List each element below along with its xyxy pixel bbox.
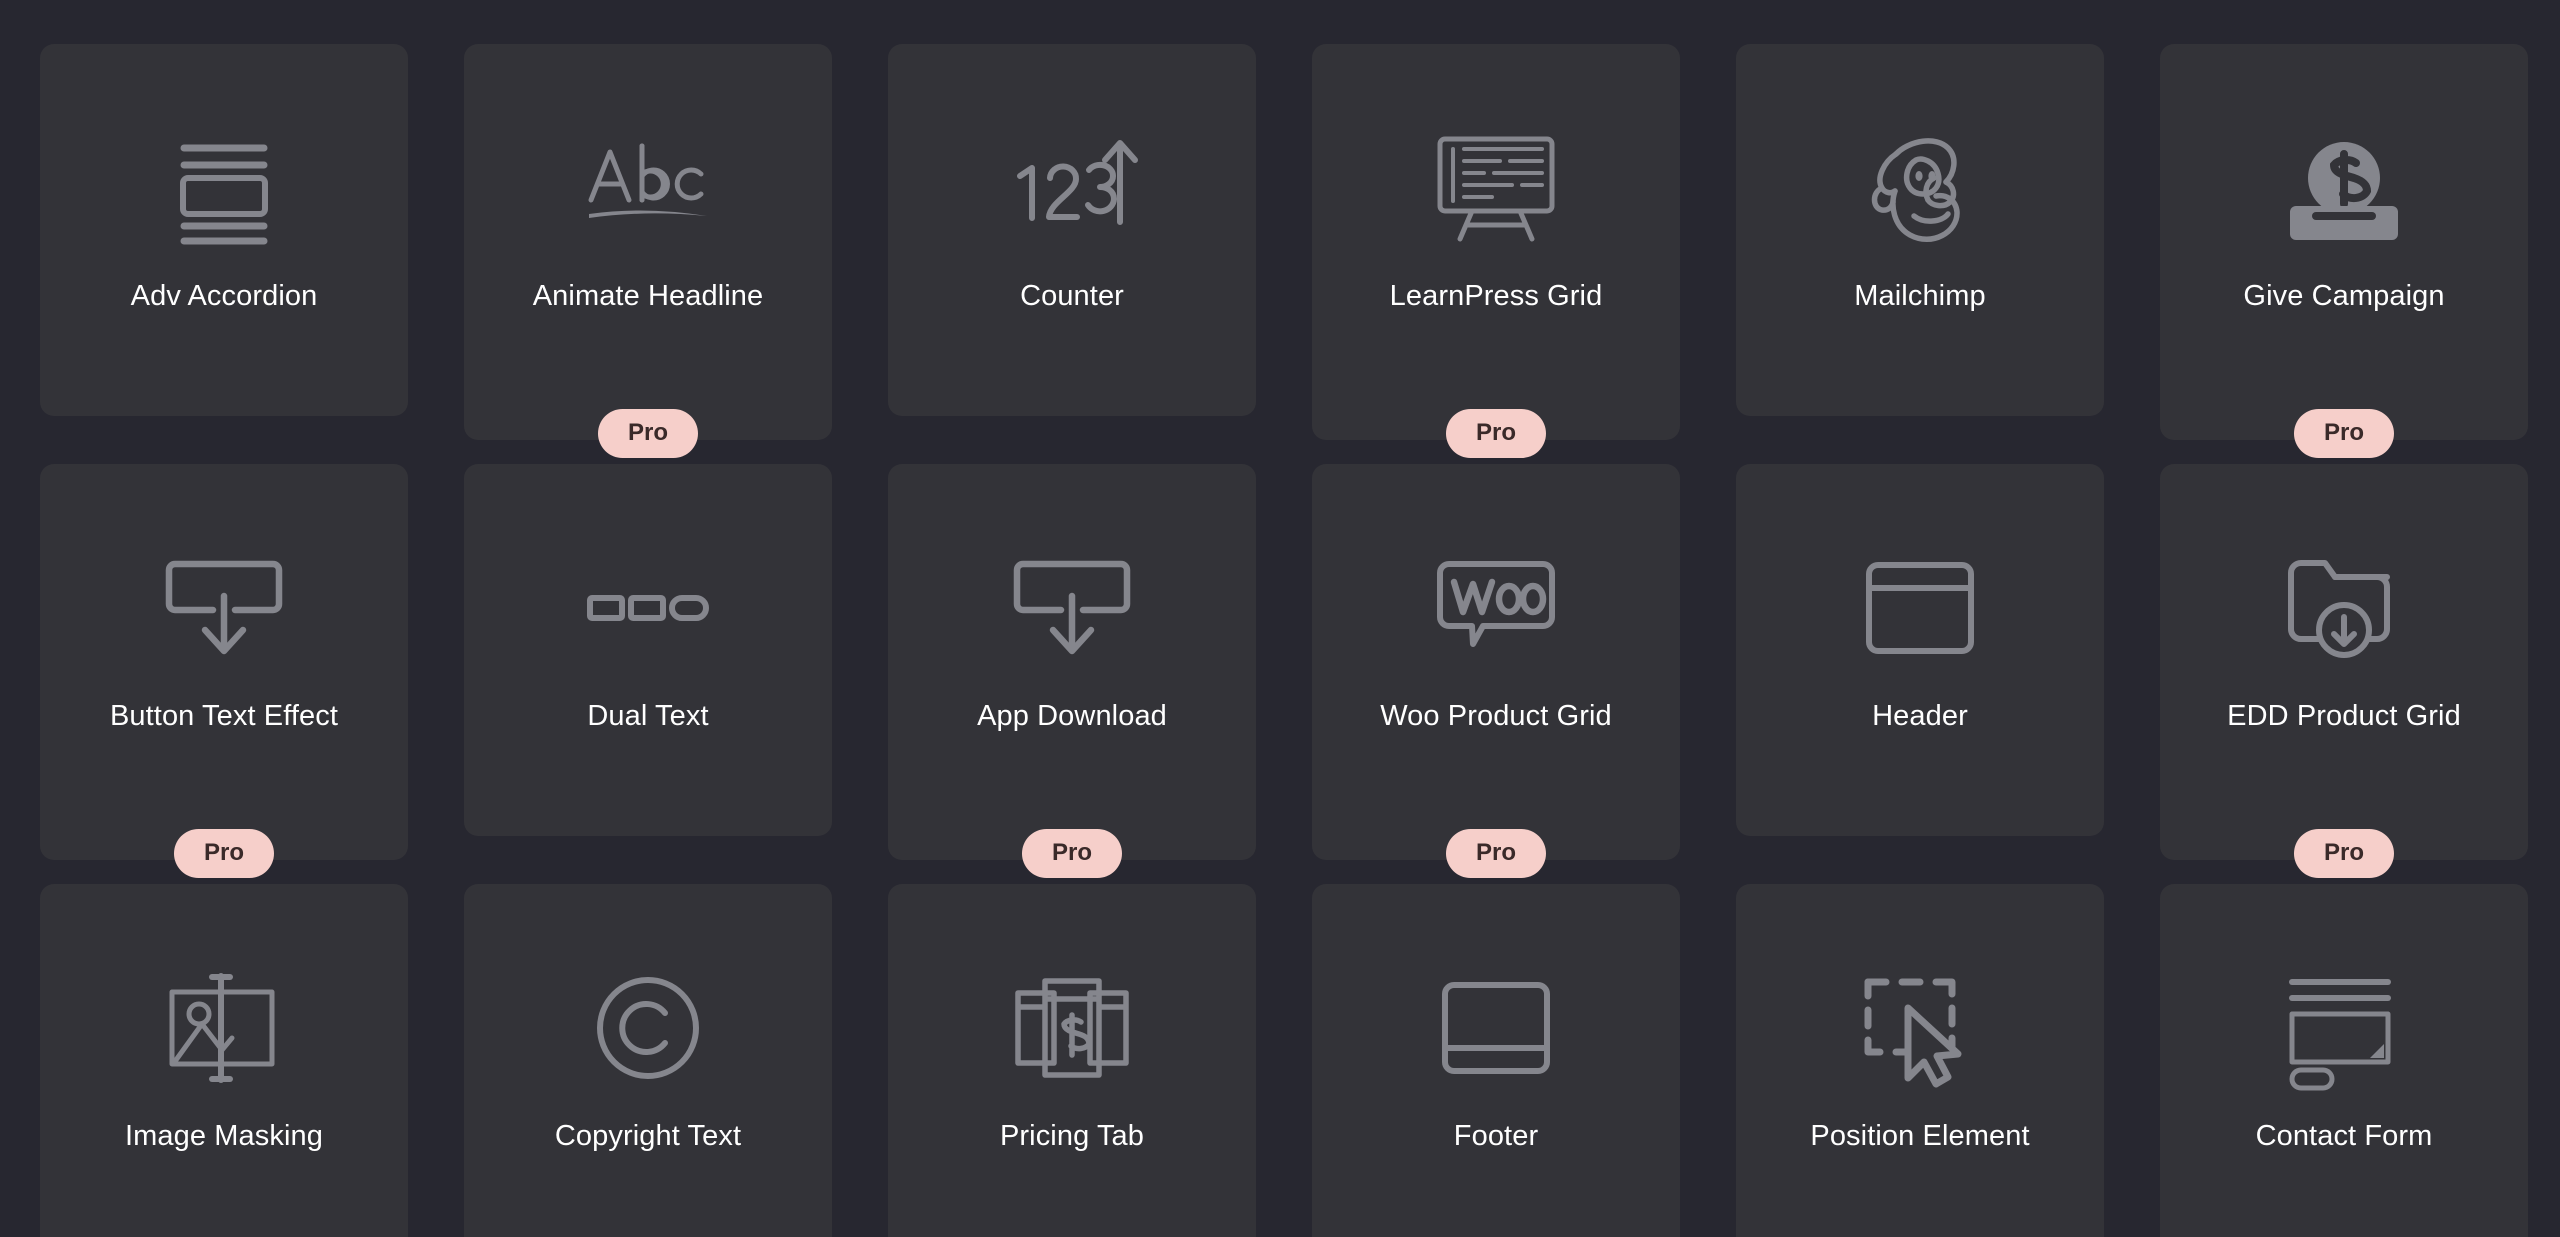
widget-label: Counter xyxy=(1020,280,1124,312)
widget-card[interactable]: Adv Accordion xyxy=(40,44,408,416)
image-mask-icon xyxy=(164,968,284,1088)
widget-card[interactable]: Contact Form xyxy=(2160,884,2528,1237)
widget-cell: Image Masking xyxy=(40,884,408,1237)
widget-card[interactable]: App Download xyxy=(888,464,1256,860)
button-arrow-down-icon xyxy=(164,548,284,668)
widget-label: Adv Accordion xyxy=(130,280,318,312)
widget-cell: Copyright Text xyxy=(464,884,832,1237)
widget-cell: Button Text Effect Pro xyxy=(40,464,408,878)
pro-badge[interactable]: Pro xyxy=(597,409,699,458)
widget-cell: Dual Text xyxy=(464,464,832,860)
widget-label: App Download xyxy=(977,700,1167,732)
woocommerce-icon xyxy=(1436,548,1556,668)
widget-card[interactable]: Counter xyxy=(888,44,1256,416)
widget-card[interactable]: Dual Text xyxy=(464,464,832,836)
widget-label: Animate Headline xyxy=(532,280,764,312)
widget-cell: Header xyxy=(1736,464,2104,860)
widget-cell: App Download Pro xyxy=(888,464,1256,878)
widget-cell: Contact Form xyxy=(2160,884,2528,1237)
widget-cell: EDD Product Grid Pro xyxy=(2160,464,2528,878)
contact-form-icon xyxy=(2284,968,2404,1091)
widget-cell: Pricing Tab xyxy=(888,884,1256,1237)
widget-card[interactable]: Mailchimp xyxy=(1736,44,2104,416)
select-cursor-icon xyxy=(1860,968,1980,1088)
pro-badge[interactable]: Pro xyxy=(2293,409,2395,458)
widget-cell: Woo Product Grid Pro xyxy=(1312,464,1680,878)
widget-cell: LearnPress Grid Pro xyxy=(1312,44,1680,458)
widget-label: Copyright Text xyxy=(554,1120,742,1152)
widget-card[interactable]: Footer xyxy=(1312,884,1680,1237)
pro-badge[interactable]: Pro xyxy=(1445,829,1547,878)
widget-label: Contact Form xyxy=(2255,1120,2433,1152)
pro-badge[interactable]: Pro xyxy=(1021,829,1123,878)
widget-label: Woo Product Grid xyxy=(1380,700,1612,732)
header-layout-icon xyxy=(1860,548,1980,668)
widget-label: Mailchimp xyxy=(1854,280,1986,312)
button-arrow-down-icon xyxy=(1012,548,1132,668)
widget-label: Dual Text xyxy=(587,700,709,732)
widget-card[interactable]: LearnPress Grid xyxy=(1312,44,1680,440)
pro-badge[interactable]: Pro xyxy=(1445,409,1547,458)
widget-cell: Position Element xyxy=(1736,884,2104,1237)
widget-label: Header xyxy=(1872,700,1968,732)
widget-cell: Give Campaign Pro xyxy=(2160,44,2528,458)
widget-cell: Mailchimp xyxy=(1736,44,2104,440)
widget-card[interactable]: Give Campaign xyxy=(2160,44,2528,440)
widget-card[interactable]: Animate Headline xyxy=(464,44,832,440)
widget-label: Image Masking xyxy=(125,1120,323,1152)
copyright-icon xyxy=(588,968,708,1088)
widget-card[interactable]: EDD Product Grid xyxy=(2160,464,2528,860)
widget-cell: Animate Headline Pro xyxy=(464,44,832,458)
widget-label: Pricing Tab xyxy=(999,1120,1145,1152)
widget-label: EDD Product Grid xyxy=(2227,700,2461,732)
pricing-cards-icon xyxy=(1012,968,1132,1088)
pro-badge[interactable]: Pro xyxy=(2293,829,2395,878)
widget-label: Position Element xyxy=(1810,1120,2030,1152)
folder-download-icon xyxy=(2284,548,2404,668)
whiteboard-easel-icon xyxy=(1436,128,1556,248)
widget-card[interactable]: Woo Product Grid xyxy=(1312,464,1680,860)
widget-card[interactable]: Copyright Text xyxy=(464,884,832,1237)
widget-label: Give Campaign xyxy=(2243,280,2445,312)
widget-label: LearnPress Grid xyxy=(1389,280,1603,312)
widget-grid: Adv Accordion Animate Headline Pro Counte… xyxy=(0,0,2560,1237)
coin-donation-icon xyxy=(2284,128,2404,248)
accordion-icon xyxy=(164,128,284,248)
widget-cell: Footer xyxy=(1312,884,1680,1237)
widget-label: Button Text Effect xyxy=(109,700,339,732)
widget-card[interactable]: Image Masking xyxy=(40,884,408,1237)
widget-label: Footer xyxy=(1453,1120,1539,1152)
widget-card[interactable]: Header xyxy=(1736,464,2104,836)
widget-cell: Counter xyxy=(888,44,1256,440)
three-chips-icon xyxy=(587,548,709,668)
abc-text-icon xyxy=(588,128,708,248)
widget-card[interactable]: Position Element xyxy=(1736,884,2104,1237)
widget-card[interactable]: Button Text Effect xyxy=(40,464,408,860)
pro-badge[interactable]: Pro xyxy=(173,829,275,878)
footer-layout-icon xyxy=(1436,968,1556,1088)
widget-card[interactable]: Pricing Tab xyxy=(888,884,1256,1237)
counter-123-arrow-icon xyxy=(1012,128,1138,248)
mailchimp-monkey-icon xyxy=(1860,128,1980,248)
widget-cell: Adv Accordion xyxy=(40,44,408,440)
